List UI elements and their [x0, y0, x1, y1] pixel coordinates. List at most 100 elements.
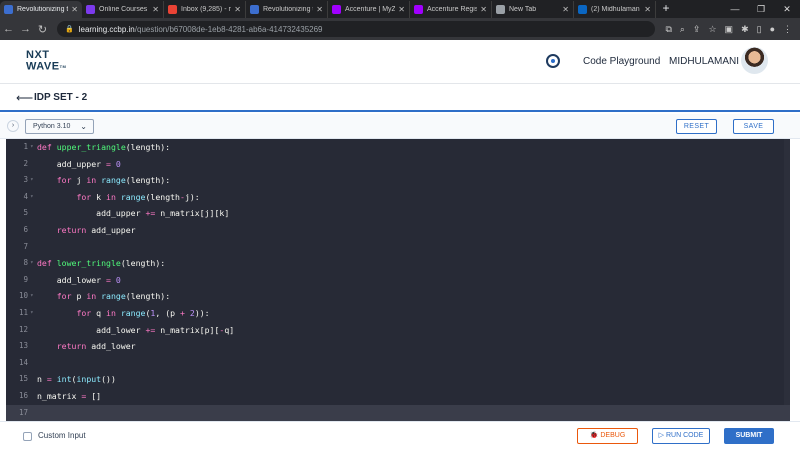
chevron-right-icon[interactable]: ›	[7, 120, 19, 132]
window-controls: — ❐ ✕	[722, 0, 800, 18]
save-button[interactable]: SAVE	[733, 119, 774, 134]
line-number: 8	[23, 258, 28, 268]
logo-line1: NXT	[26, 49, 50, 61]
minimize-icon[interactable]: —	[722, 4, 748, 14]
code-line[interactable]: 14	[6, 355, 790, 372]
fold-icon[interactable]: ▾	[30, 139, 34, 156]
favicon-icon	[332, 5, 341, 14]
code-editor[interactable]: 1 ▾ def upper_triangle(length): 2 add_upper…	[6, 139, 790, 421]
code-line[interactable]: 13 return add_lower	[6, 338, 790, 355]
language-select[interactable]: Python 3.10 ⌄	[25, 119, 94, 134]
line-number: 11	[18, 308, 28, 317]
browser-tab[interactable]: Revolutionizing th ✕	[246, 1, 328, 18]
extension-icon[interactable]: ▣	[725, 24, 734, 35]
code-line[interactable]: 16 n_matrix = []	[6, 388, 790, 405]
fold-icon[interactable]: ▾	[30, 305, 34, 322]
puzzle-icon[interactable]: ✱	[741, 24, 749, 35]
reload-icon[interactable]: ↻	[34, 23, 51, 36]
bookmark-star-icon[interactable]: ☆	[708, 24, 716, 35]
code-line[interactable]: 9 add_lower = 0	[6, 272, 790, 289]
nxtwave-logo[interactable]: NXT WAVETM	[26, 50, 76, 76]
code-line[interactable]: 5 add_upper += n_matrix[j][k]	[6, 205, 790, 222]
line-number: 1	[23, 142, 28, 151]
close-tab-icon[interactable]: ✕	[316, 5, 323, 14]
fold-icon[interactable]: ▾	[30, 189, 34, 206]
browser-tab[interactable]: (2) Midhulaman ✕	[574, 1, 656, 18]
fold-icon[interactable]: ▾	[30, 255, 34, 272]
browser-tab[interactable]: Online Courses ✕	[82, 1, 164, 18]
editor-toolbar: › Python 3.10 ⌄ RESET SAVE	[0, 114, 800, 139]
line-number: 17	[18, 407, 28, 417]
code-text: add_lower = 0	[37, 274, 121, 285]
submit-button[interactable]: SUBMIT	[724, 428, 774, 444]
back-arrow-icon[interactable]: ⟵	[16, 91, 33, 105]
line-number: 10	[18, 291, 28, 301]
browser-tab[interactable]: Inbox (9,285) - m ✕	[164, 1, 246, 18]
tab-title: Revolutionizing th	[17, 6, 69, 13]
menu-icon[interactable]: ⋮	[783, 24, 792, 35]
fold-icon[interactable]: ▾	[30, 172, 34, 189]
debug-label: DEBUG	[600, 432, 626, 439]
new-tab-icon[interactable]: +	[656, 1, 676, 18]
browser-toolbar-icons: ⧉ ⌕ ⇪ ☆ ▣ ✱ ▯ ● ⋮	[665, 18, 792, 40]
debug-button[interactable]: 🐞 DEBUG	[577, 428, 638, 444]
code-line[interactable]: 10 ▾ for p in range(length):	[6, 288, 790, 305]
line-number: 13	[18, 341, 28, 351]
install-icon[interactable]: ⧉	[665, 24, 671, 35]
code-line[interactable]: 4 ▾ for k in range(length-j):	[6, 189, 790, 206]
code-line[interactable]: 17	[6, 404, 790, 421]
sidebar-icon[interactable]: ▯	[757, 24, 762, 35]
avatar[interactable]	[741, 47, 768, 74]
share-icon[interactable]: ⇪	[693, 24, 701, 35]
code-line[interactable]: 8 ▾ def lower_tringle(length):	[6, 255, 790, 272]
close-tab-icon[interactable]: ✕	[398, 5, 405, 14]
url-path: /question/b67008de-1eb8-4281-ab6a-414732…	[134, 24, 323, 34]
custom-input-label[interactable]: Custom Input	[38, 431, 86, 440]
code-line[interactable]: 15 n = int(input())	[6, 371, 790, 388]
fold-icon[interactable]: ▾	[30, 288, 34, 305]
run-code-label: RUN CODE	[666, 432, 704, 439]
browser-tab[interactable]: Revolutionizing th ✕	[0, 1, 82, 18]
line-number: 6	[23, 225, 28, 234]
url-input[interactable]: 🔒 learning.ccbp.in/question/b67008de-1eb…	[57, 21, 655, 37]
profile-icon[interactable]: ●	[770, 24, 775, 34]
browser-tab[interactable]: New Tab ✕	[492, 1, 574, 18]
code-line[interactable]: 12 add_lower += n_matrix[p][-q]	[6, 322, 790, 339]
favicon-icon	[4, 5, 13, 14]
browser-tab[interactable]: Accenture | MyZ ✕	[328, 1, 410, 18]
username[interactable]: MIDHULAMANI	[669, 56, 739, 67]
search-icon[interactable]: ⌕	[680, 24, 685, 35]
bug-icon: 🐞	[589, 432, 599, 439]
back-browser-icon[interactable]: ←	[0, 23, 17, 35]
code-line[interactable]: 3 ▾ for j in range(length):	[6, 172, 790, 189]
code-playground-link[interactable]: Code Playground	[583, 56, 660, 67]
close-tab-icon[interactable]: ✕	[234, 5, 241, 14]
language-value: Python 3.10	[33, 123, 71, 130]
browser-tab[interactable]: Accenture Regist ✕	[410, 1, 492, 18]
run-code-button[interactable]: ▷ RUN CODE	[652, 428, 710, 444]
restore-icon[interactable]: ❐	[748, 4, 774, 15]
code-line[interactable]: 2 add_upper = 0	[6, 156, 790, 173]
line-number: 2	[23, 158, 28, 168]
line-number: 9	[23, 274, 28, 284]
close-tab-icon[interactable]: ✕	[71, 5, 78, 14]
code-line[interactable]: 7	[6, 239, 790, 256]
close-tab-icon[interactable]: ✕	[562, 5, 569, 14]
code-line[interactable]: 1 ▾ def upper_triangle(length):	[6, 139, 790, 156]
code-text: for p in range(length):	[56, 291, 171, 302]
code-line[interactable]: 6 return add_upper	[6, 222, 790, 239]
close-tab-icon[interactable]: ✕	[152, 5, 159, 14]
forward-browser-icon[interactable]: →	[17, 23, 34, 35]
play-icon: ▷	[658, 432, 665, 439]
code-text: def lower_tringle(length):	[37, 258, 166, 269]
close-window-icon[interactable]: ✕	[774, 4, 800, 15]
close-tab-icon[interactable]: ✕	[480, 5, 487, 14]
custom-input-checkbox[interactable]	[23, 432, 32, 441]
reset-button[interactable]: RESET	[676, 119, 717, 134]
line-number: 15	[18, 374, 28, 384]
code-line[interactable]: 11 ▾ for q in range(1, (p + 2)):	[6, 305, 790, 322]
code-text: return add_lower	[56, 341, 136, 352]
close-tab-icon[interactable]: ✕	[644, 5, 651, 14]
line-number: 7	[23, 241, 28, 251]
timer-icon[interactable]	[546, 54, 560, 68]
